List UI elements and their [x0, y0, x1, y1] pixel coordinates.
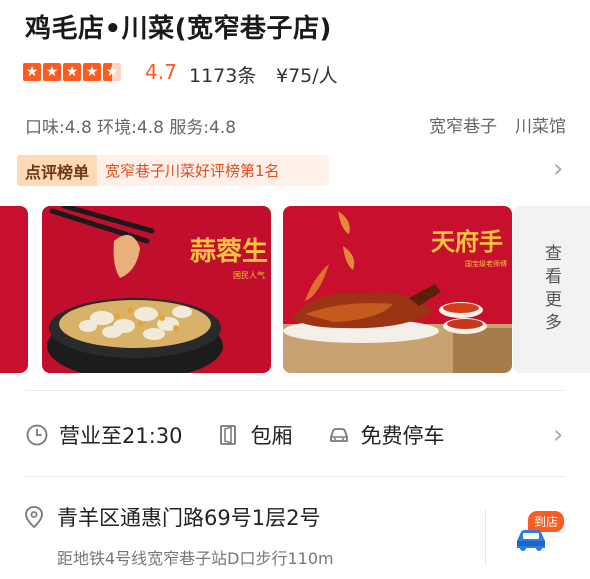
star-icon: ★: [23, 63, 41, 81]
view-more-photos[interactable]: 查看更多: [513, 206, 590, 373]
star-icon: ★: [83, 63, 101, 81]
tag-area[interactable]: 宽窄巷子: [429, 112, 497, 137]
avg-price: ¥75/人: [276, 65, 338, 87]
chevron-right-icon[interactable]: ›: [553, 420, 563, 450]
shop-address[interactable]: 青羊区通惠门路69号1层2号: [57, 502, 320, 532]
photo-dish-1[interactable]: 蒜蓉生 国民人气: [42, 206, 271, 373]
business-info-row[interactable]: 营业至21:30 包厢 免费停车: [25, 420, 445, 450]
photo-dish-2[interactable]: 天府手 国宝级老师傅: [283, 206, 512, 373]
feature-free-parking: 免费停车: [360, 424, 445, 448]
rating-score: 4.7: [145, 60, 177, 84]
star-icon: ★: [63, 63, 81, 81]
ranking-badge: 点评榜单: [17, 155, 98, 186]
photo-overlay-text: 天府手: [431, 227, 503, 256]
photo-overlay-caption: 国宝级老师傅: [465, 259, 507, 268]
navigate-car-icon[interactable]: [514, 526, 548, 552]
star-rating: ★ ★ ★ ★ ★: [23, 63, 121, 81]
subway-distance: 距地铁4号线宽窄巷子站D口步行110m: [57, 549, 334, 568]
chevron-right-icon[interactable]: ›: [553, 154, 563, 184]
sub-scores: 口味:4.8 环境:4.8 服务:4.8: [25, 118, 237, 138]
feature-private-room: 包厢: [250, 424, 293, 448]
divider: [25, 476, 565, 477]
tag-category[interactable]: 川菜馆: [515, 112, 566, 137]
divider-vertical: [485, 510, 486, 565]
review-count[interactable]: 1173条: [189, 61, 256, 88]
location-pin-icon: [25, 506, 43, 529]
shop-tags: 宽窄巷子 川菜馆: [429, 112, 566, 137]
photo-overlay-caption: 国民人气: [233, 270, 265, 280]
business-hours: 营业至21:30: [59, 424, 183, 448]
shop-title: 鸡毛店•川菜(宽窄巷子店): [25, 14, 332, 44]
photo-partial[interactable]: [0, 206, 28, 373]
clock-icon: [26, 424, 48, 446]
photo-overlay-text: 蒜蓉生: [190, 237, 268, 267]
private-room-icon: [219, 425, 236, 445]
ranking-text: 宽窄巷子川菜好评榜第1名: [105, 162, 280, 180]
star-icon: ★: [43, 63, 61, 81]
view-more-label: 查看更多: [541, 243, 561, 336]
divider: [25, 390, 565, 391]
ranking-banner[interactable]: 点评榜单 宽窄巷子川菜好评榜第1名: [17, 155, 329, 186]
car-icon: [329, 428, 348, 442]
star-half-icon: ★: [103, 63, 121, 81]
